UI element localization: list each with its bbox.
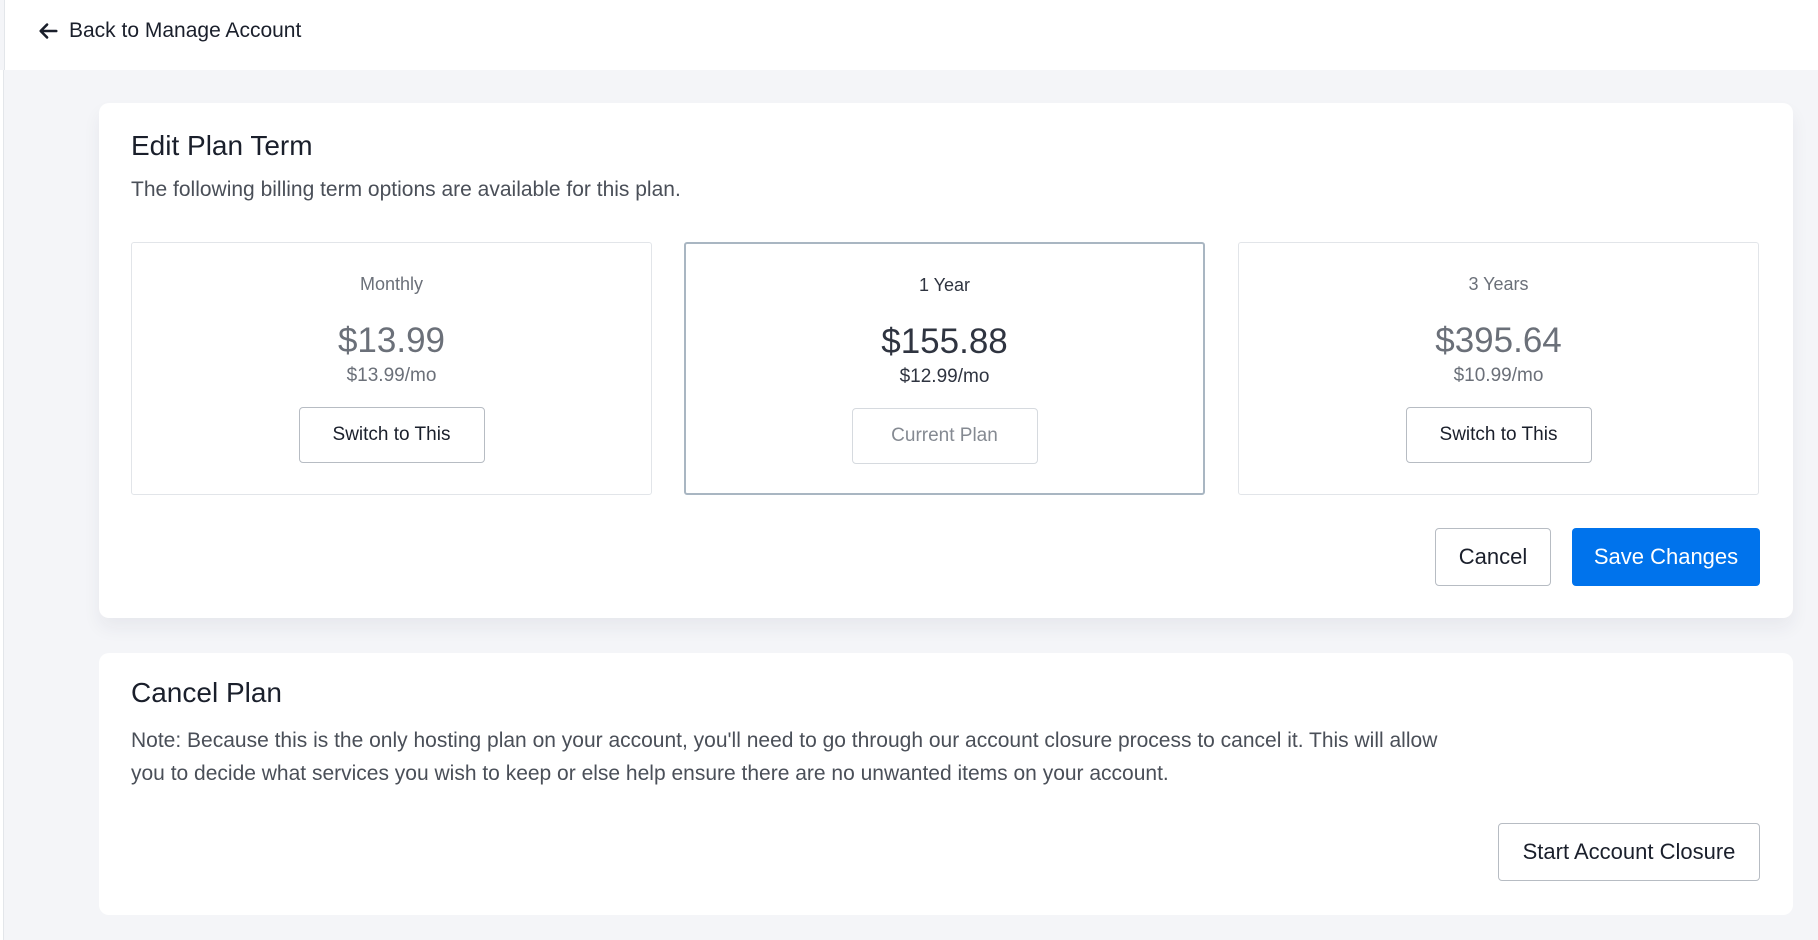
cancel-plan-title: Cancel Plan: [131, 677, 282, 708]
edit-plan-term-card: Edit Plan Term The following billing ter…: [99, 103, 1793, 618]
billing-option-monthly: Monthly $13.99 $13.99/mo Switch to This: [131, 242, 652, 495]
option-price: $13.99: [337, 321, 446, 360]
option-price: $155.88: [881, 322, 1008, 361]
edit-plan-term-subtitle: The following billing term options are a…: [131, 178, 681, 201]
cancel-plan-note: Note: Because this is the only hosting p…: [131, 729, 1438, 785]
left-edge: [0, 70, 4, 940]
edit-plan-term-title: Edit Plan Term: [131, 130, 313, 161]
current-plan-button: Current Plan: [851, 408, 1038, 464]
billing-option-3-years: 3 Years $395.64 $10.99/mo Switch to This: [1238, 242, 1759, 495]
save-changes-button[interactable]: Save Changes: [1572, 528, 1760, 586]
option-per-month: $12.99/mo: [899, 366, 990, 387]
option-term: 1 Year: [918, 275, 971, 295]
option-per-month: $10.99/mo: [1453, 365, 1544, 386]
option-term: 3 Years: [1468, 274, 1529, 294]
back-to-manage-account-link[interactable]: Back to Manage Account: [37, 14, 301, 48]
switch-to-monthly-button[interactable]: Switch to This: [298, 407, 485, 463]
option-term: Monthly: [359, 274, 424, 294]
option-price: $395.64: [1435, 321, 1562, 360]
start-account-closure-button[interactable]: Start Account Closure: [1498, 823, 1760, 881]
billing-option-1-year: 1 Year $155.88 $12.99/mo Current Plan: [684, 242, 1205, 495]
back-link-label: Back to Manage Account: [69, 19, 302, 42]
option-per-month: $13.99/mo: [346, 365, 437, 386]
arrow-left-icon: [37, 20, 59, 42]
top-bar: Back to Manage Account: [4, 0, 1818, 70]
switch-to-3-years-button[interactable]: Switch to This: [1405, 407, 1592, 463]
billing-term-options: Monthly $13.99 $13.99/mo Switch to This …: [131, 242, 1759, 495]
cancel-button[interactable]: Cancel: [1435, 528, 1551, 586]
cancel-plan-card: Cancel Plan Note: Because this is the on…: [99, 653, 1793, 915]
